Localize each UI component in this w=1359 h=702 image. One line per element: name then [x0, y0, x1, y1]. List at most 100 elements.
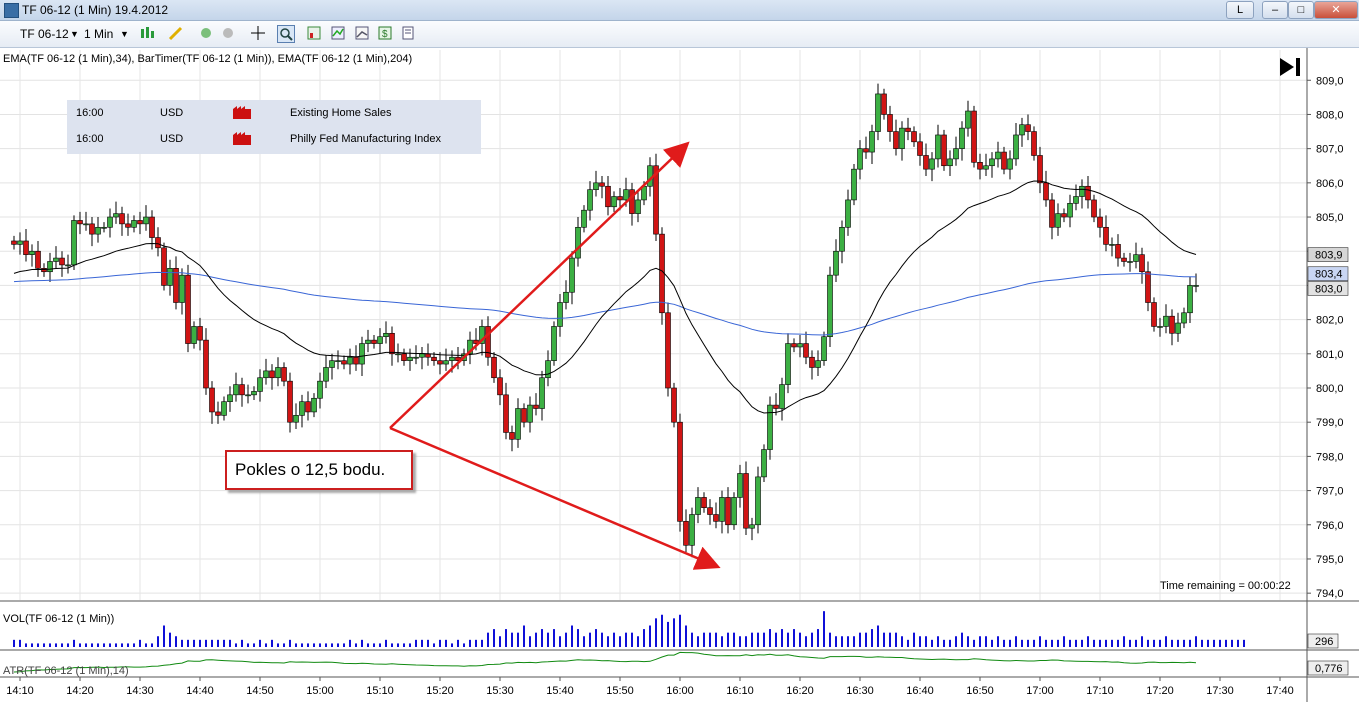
candle-body [617, 196, 623, 201]
volume-bar [67, 643, 69, 647]
crosshair-icon[interactable] [220, 25, 236, 41]
chevron-down-icon[interactable]: ▼ [120, 25, 129, 43]
instrument-selector[interactable]: TF 06-12 [20, 25, 69, 43]
volume-bar [79, 643, 81, 647]
volume-bar [529, 636, 531, 647]
candle-body [905, 127, 911, 132]
volume-bar [1123, 636, 1125, 647]
volume-bar [415, 639, 417, 647]
volume-bar [1141, 636, 1143, 647]
candle-body [839, 226, 845, 252]
candle-body [257, 377, 263, 392]
candle-body [773, 404, 779, 409]
zoom-icon[interactable] [277, 25, 295, 43]
candle-body [1091, 199, 1097, 218]
volume-bar [193, 639, 195, 647]
volume-bar [91, 643, 93, 647]
volume-bar [241, 639, 243, 647]
volume-bar [505, 629, 507, 647]
data-box-icon[interactable] [354, 25, 370, 41]
annotation-box[interactable]: Pokles o 12,5 bodu. [225, 450, 413, 490]
volume-bar [637, 636, 639, 647]
x-tick-label: 17:00 [1026, 685, 1054, 697]
volume-bar [1213, 639, 1215, 647]
candle-body [539, 377, 545, 409]
event-currency: USD [160, 107, 184, 119]
volume-bar [133, 643, 135, 647]
candle-body [1145, 271, 1151, 303]
properties-icon[interactable] [400, 25, 416, 41]
candle-body [17, 240, 23, 245]
volume-bar [271, 639, 273, 647]
volume-bar [13, 639, 15, 647]
strategy-icon[interactable] [306, 25, 322, 41]
volume-bar [43, 643, 45, 647]
volume-bar [787, 632, 789, 647]
candle-body [167, 268, 173, 286]
minimize-button[interactable]: – [1262, 1, 1288, 19]
candle-body [1121, 257, 1127, 262]
link-button[interactable]: L [1226, 1, 1254, 19]
volume-bar [571, 625, 573, 647]
y-tick-label: 794,0 [1316, 588, 1344, 600]
volume-bar [277, 643, 279, 647]
candle-body [371, 339, 377, 344]
candle-body [119, 213, 125, 225]
indicator-icon[interactable] [330, 25, 346, 41]
atr-line [13, 651, 1197, 673]
volume-bar [97, 643, 99, 647]
draw-pencil-icon[interactable] [168, 25, 184, 41]
volume-bar [343, 643, 345, 647]
candle-body [833, 250, 839, 276]
crosshair-icon[interactable] [250, 25, 266, 41]
ema-34-line [13, 180, 1197, 414]
candle-body [425, 353, 431, 358]
volume-bar [781, 629, 783, 647]
candle-body [143, 216, 149, 225]
volume-bar [1159, 639, 1161, 647]
scroll-to-end-icon[interactable] [1278, 57, 1302, 77]
candle-body [197, 326, 203, 341]
volume-bar [1039, 636, 1041, 647]
candle-body [1037, 155, 1043, 184]
volume-bar [385, 639, 387, 647]
candle-body [635, 199, 641, 214]
volume-bar [991, 639, 993, 647]
candle-body [35, 250, 41, 269]
volume-bar [889, 632, 891, 647]
volume-bar [433, 643, 435, 647]
candle-body [893, 131, 899, 149]
bar-timer-text: Time remaining = 00:00:22 [1160, 580, 1291, 592]
volume-bar [307, 643, 309, 647]
y-tick-label: 802,0 [1316, 315, 1344, 327]
volume-bar [1135, 639, 1137, 647]
candle-body [311, 397, 317, 413]
candle-body [281, 367, 287, 382]
maximize-button[interactable]: □ [1288, 1, 1314, 19]
volume-bar [199, 639, 201, 647]
interval-selector[interactable]: 1 Min [84, 25, 113, 43]
crosshair-icon[interactable] [198, 25, 214, 41]
atr-panel-label: ATR(TF 06-12 (1 Min),14) [3, 665, 129, 677]
close-button[interactable]: ✕ [1314, 1, 1358, 19]
volume-bar [859, 632, 861, 647]
volume-bar [1069, 639, 1071, 647]
volume-bar [769, 629, 771, 647]
chevron-down-icon[interactable]: ▼ [70, 25, 79, 43]
volume-bar [967, 636, 969, 647]
volume-bar [841, 636, 843, 647]
candle-body [791, 343, 797, 348]
bar-type-icon[interactable] [139, 25, 155, 41]
dollar-icon[interactable]: $ [377, 25, 393, 41]
volume-bar [49, 643, 51, 647]
x-tick-label: 16:50 [966, 685, 994, 697]
up-arrow [389, 141, 690, 429]
last-price-tag: 803,0 [1315, 283, 1343, 295]
volume-bar [817, 629, 819, 647]
event-name: Existing Home Sales [290, 107, 392, 119]
candle-body [53, 257, 59, 262]
volume-bar [109, 643, 111, 647]
volume-bar [613, 632, 615, 647]
candle-body [1085, 185, 1091, 201]
volume-bar [397, 643, 399, 647]
